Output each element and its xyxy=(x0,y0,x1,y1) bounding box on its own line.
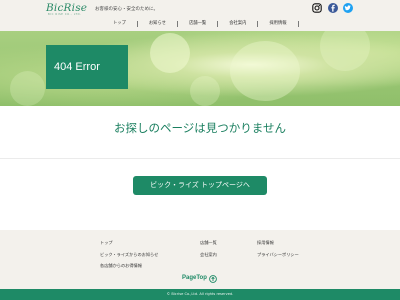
back-to-top-page-button[interactable]: ビック・ライズ トップページへ xyxy=(133,176,267,195)
hero-banner: 404 Error xyxy=(0,31,400,106)
global-nav: トップ お知らせ 店舗一覧 会社案内 採用情報 xyxy=(103,20,299,28)
content-divider xyxy=(0,158,400,159)
error-title-box: 404 Error xyxy=(46,45,128,89)
footer-link-top[interactable]: トップ xyxy=(100,240,113,246)
logo-subtext: BIC RISE CO., LTD. xyxy=(48,13,82,16)
arrow-up-icon[interactable] xyxy=(209,275,217,283)
nav-item-stores[interactable]: 店舗一覧 xyxy=(177,21,217,27)
nav-item-top[interactable]: トップ xyxy=(103,21,137,27)
site-footer: トップ ビック・ライズからのお知らせ 各店舗からのお得情報 店舗一覧 会社案内 … xyxy=(0,230,400,300)
instagram-icon[interactable] xyxy=(312,3,322,13)
footer-link-store-deals[interactable]: 各店舗からのお得情報 xyxy=(100,263,142,269)
error-title: 404 Error xyxy=(54,61,100,73)
nav-item-recruit[interactable]: 採用情報 xyxy=(257,21,299,27)
not-found-message: お探しのページは見つかりません xyxy=(114,121,286,135)
footer-link-privacy[interactable]: プライバシーポリシー xyxy=(257,252,299,258)
pagetop-link[interactable]: PageTop xyxy=(182,275,207,281)
copyright: © Bicrise Co.,Ltd. All rights reserved. xyxy=(0,289,400,300)
footer-link-recruit[interactable]: 採用情報 xyxy=(257,240,274,246)
site-tagline: お客様の安心・安全のために。 xyxy=(95,7,158,12)
facebook-icon[interactable] xyxy=(328,3,338,13)
twitter-icon[interactable] xyxy=(343,3,353,13)
site-header: BicRise BIC RISE CO., LTD. お客様の安心・安全のために… xyxy=(0,0,400,31)
footer-link-stores[interactable]: 店舗一覧 xyxy=(200,240,217,246)
footer-link-company[interactable]: 会社案内 xyxy=(200,252,217,258)
footer-link-news[interactable]: ビック・ライズからのお知らせ xyxy=(100,252,158,258)
nav-item-company[interactable]: 会社案内 xyxy=(217,21,257,27)
nav-item-news[interactable]: お知らせ xyxy=(136,21,177,27)
